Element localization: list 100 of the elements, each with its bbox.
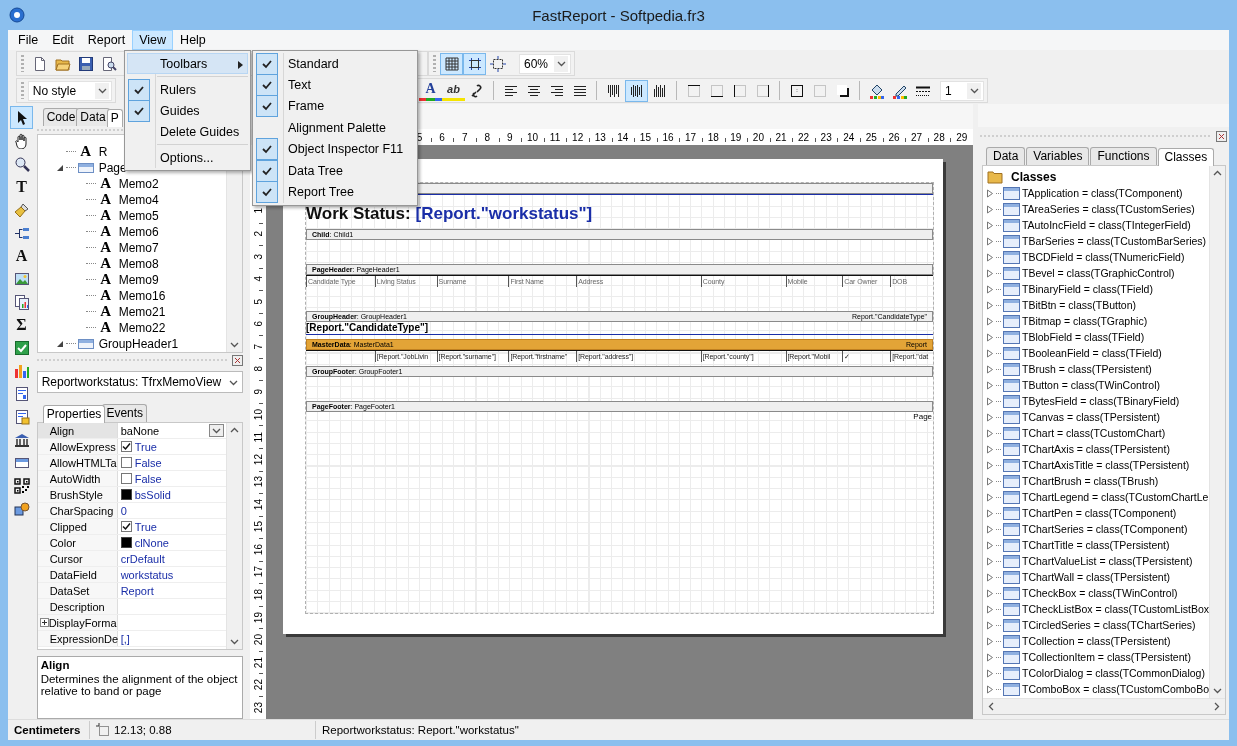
save-icon[interactable] <box>77 55 94 72</box>
menu-item[interactable]: Standard <box>255 53 415 75</box>
menu-item[interactable]: Object Inspector F11 <box>255 138 415 160</box>
tree-item[interactable]: TChartAxis = class(TPersistent) <box>1021 443 1170 455</box>
tree-item[interactable]: Memo6 <box>118 224 159 239</box>
tree-item[interactable]: TCollectionItem = class(TPersistent) <box>1021 651 1191 663</box>
tree-item[interactable]: R <box>98 144 108 159</box>
paint-bucket-icon[interactable] <box>868 82 885 99</box>
scrollbar[interactable] <box>1209 166 1225 698</box>
zoom-dropdown[interactable]: 60% <box>519 53 571 74</box>
tree-item[interactable]: Memo7 <box>118 240 159 255</box>
tree-item[interactable]: TCheckBox = class(TWinControl) <box>1021 587 1178 599</box>
collapse-arrow-icon[interactable] <box>55 163 64 172</box>
menu-item[interactable]: Help <box>173 30 213 50</box>
tree-item[interactable]: TBlobField = class(TField) <box>1021 331 1145 343</box>
scrollbar[interactable] <box>226 423 243 650</box>
dropdown-button[interactable] <box>209 424 225 438</box>
tree-item[interactable]: TApplication = class(TComponent) <box>1021 187 1183 199</box>
tree-item[interactable]: TChartBrush = class(TBrush) <box>1021 475 1159 487</box>
menu-item[interactable]: View <box>132 30 174 50</box>
menu-item[interactable]: Frame <box>255 95 415 118</box>
tree-item[interactable]: Memo16 <box>118 288 166 303</box>
tree-item[interactable]: Memo9 <box>118 272 159 287</box>
tool-button[interactable]: T <box>10 175 33 198</box>
menu-item[interactable]: Toolbars <box>127 53 248 74</box>
top-border-icon[interactable] <box>685 82 702 99</box>
checkbox[interactable] <box>120 473 132 485</box>
tree-item[interactable]: TButton = class(TWinControl) <box>1021 379 1160 391</box>
checkbox[interactable] <box>120 441 132 453</box>
tree-item[interactable]: TBrush = class(TPersistent) <box>1021 363 1152 375</box>
bottom-border-icon[interactable] <box>708 82 725 99</box>
tab[interactable]: Functions <box>1090 147 1157 165</box>
tree-item[interactable]: Memo5 <box>118 208 159 223</box>
close-icon[interactable] <box>1216 130 1227 142</box>
tree-item[interactable]: Memo21 <box>118 304 166 319</box>
collapse-arrow-icon[interactable] <box>55 339 64 348</box>
tool-button[interactable]: Σ <box>10 313 33 336</box>
menu-item[interactable]: Report Tree <box>255 181 415 203</box>
tree-item[interactable]: TChartAxisTitle = class(TPersistent) <box>1021 459 1190 471</box>
tree-item[interactable]: Memo2 <box>118 176 159 191</box>
menu-item[interactable]: Options... <box>127 147 248 168</box>
menu-item[interactable]: Edit <box>45 30 81 50</box>
tree-item[interactable]: Classes <box>1010 169 1057 184</box>
tree-item[interactable]: TBytesField = class(TBinaryField) <box>1021 395 1180 407</box>
tree-item[interactable]: TBarSeries = class(TCustomBarSeries) <box>1021 235 1207 247</box>
tree-item[interactable]: TChartValueList = class(TPersistent) <box>1021 555 1193 567</box>
style-dropdown[interactable]: No style <box>27 80 112 101</box>
tree-item[interactable]: GroupHeader1 <box>98 336 179 351</box>
tree-item[interactable]: TBinaryField = class(TField) <box>1021 283 1153 295</box>
highlight-button[interactable]: ab <box>442 80 465 101</box>
toggle-button[interactable] <box>625 79 648 102</box>
tree-item[interactable]: TChartLegend = class(TCustomChartLe <box>1021 491 1209 503</box>
left-border-icon[interactable] <box>731 82 748 99</box>
checkbox[interactable] <box>120 521 132 533</box>
tree-item[interactable]: TCanvas = class(TPersistent) <box>1021 411 1160 423</box>
tab[interactable]: Variables <box>1026 147 1090 165</box>
right-border-icon[interactable] <box>754 82 771 99</box>
tree-item[interactable]: Memo8 <box>118 256 159 271</box>
object-dropdown[interactable]: Reportworkstatus: TfrxMemoView <box>36 371 244 393</box>
tree-item[interactable]: TBitmap = class(TGraphic) <box>1021 315 1148 327</box>
tree-item[interactable]: TChartTitle = class(TPersistent) <box>1021 539 1170 551</box>
tab[interactable]: Properties <box>42 405 106 424</box>
menu-item[interactable]: Text <box>255 74 415 96</box>
tool-button[interactable] <box>10 106 33 129</box>
tree-item[interactable]: TAutoIncField = class(TIntegerField) <box>1021 219 1191 231</box>
tab[interactable]: Data <box>76 107 110 126</box>
tab[interactable]: Classes <box>1157 148 1215 166</box>
tree-item[interactable]: TChartPen = class(TComponent) <box>1021 507 1177 519</box>
tree-item[interactable]: TAreaSeries = class(TCustomSeries) <box>1021 203 1195 215</box>
tree-item[interactable]: TChartSeries = class(TComponent) <box>1021 523 1188 535</box>
toggle-button[interactable] <box>463 52 486 75</box>
tab[interactable]: Data <box>985 147 1026 165</box>
tree-item[interactable]: TComboBox = class(TCustomComboBo <box>1021 683 1209 695</box>
tab[interactable]: Events <box>102 404 148 423</box>
menu-item[interactable]: Alignment Palette <box>255 117 415 139</box>
menu-item[interactable]: Report <box>80 30 133 50</box>
tree-item[interactable]: Memo22 <box>118 320 166 335</box>
menu-item[interactable]: Rulers <box>127 79 248 100</box>
tree-item[interactable]: Memo4 <box>118 192 159 207</box>
close-icon[interactable] <box>232 354 244 366</box>
frame-width-dropdown[interactable]: 1 <box>940 80 984 101</box>
menu-item[interactable]: File <box>11 30 46 50</box>
tree-item[interactable]: TBevel = class(TGraphicControl) <box>1021 267 1175 279</box>
tree-item[interactable]: TChart = class(TCustomChart) <box>1021 427 1166 439</box>
menu-item[interactable]: Guides <box>127 100 248 121</box>
menu-item[interactable]: Delete Guides <box>127 121 248 142</box>
tree-item[interactable]: TChartWall = class(TPersistent) <box>1021 571 1171 583</box>
tree-item[interactable]: TCollection = class(TPersistent) <box>1021 635 1171 647</box>
tree-item[interactable]: TBCDField = class(TNumericField) <box>1021 251 1185 263</box>
print-preview-icon[interactable] <box>100 55 117 72</box>
checkbox[interactable] <box>120 457 132 469</box>
horizontal-scrollbar[interactable] <box>982 698 1225 714</box>
shadow-icon[interactable] <box>834 82 851 99</box>
tree-item[interactable]: TCheckListBox = class(TCustomListBox <box>1021 603 1209 615</box>
toggle-button[interactable] <box>440 52 463 75</box>
tree-item[interactable]: TBitBtn = class(TButton) <box>1021 299 1137 311</box>
menu-item[interactable]: Data Tree <box>255 159 415 182</box>
tree-item[interactable]: TCircledSeries = class(TChartSeries) <box>1021 619 1196 631</box>
tool-button[interactable]: A <box>10 244 33 267</box>
tree-item[interactable]: TBooleanField = class(TField) <box>1021 347 1162 359</box>
